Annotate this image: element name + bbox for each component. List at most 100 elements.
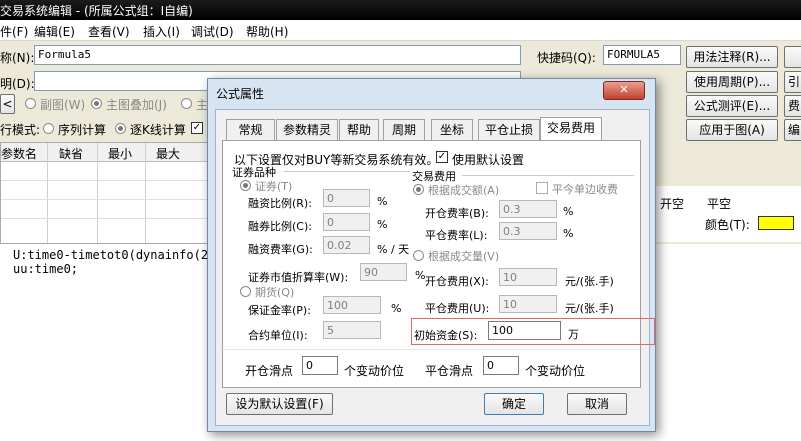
exec-option-checkbox[interactable]: ✓: [191, 122, 203, 134]
menu-bar: 件(F) 编辑(E) 查看(V) 插入(I) 调试(D) 帮助(H): [0, 20, 801, 41]
close-fee-input[interactable]: 10: [499, 295, 557, 313]
menu-edit[interactable]: 编辑(E): [34, 23, 75, 40]
param-default-header: 缺省: [59, 147, 84, 161]
close-slippage-label: 平仓滑点: [425, 364, 474, 378]
tab-open-short[interactable]: 开空: [660, 195, 684, 212]
code-line-2: uu:time0;: [13, 262, 79, 276]
tab-general[interactable]: 常规: [226, 119, 275, 141]
dialog-title: 公式属性: [216, 87, 265, 101]
close-slippage-unit: 个变动价位: [525, 364, 586, 378]
nav-left-button[interactable]: <: [0, 94, 15, 114]
params-grid-header: 参数名 缺省 最小 最大: [1, 143, 216, 162]
market-value-rate-label: 证券市值折算率(W):: [248, 271, 349, 284]
menu-insert[interactable]: 插入(I): [143, 23, 180, 40]
menu-debug[interactable]: 调试(D): [191, 23, 234, 40]
formula-test-button[interactable]: 公式测评(E)...: [686, 95, 778, 117]
per-bar-calc-label: 逐K线计算: [130, 123, 186, 137]
trading-fees-panel: 以下设置仅对BUY等新交易系统有效。 ✓ 使用默认设置 证券品种 证券(T) 融…: [222, 140, 655, 388]
menu-help[interactable]: 帮助(H): [246, 23, 288, 40]
color-label: 颜色(T):: [705, 218, 750, 232]
margin-fee-input[interactable]: 0.02: [323, 236, 370, 254]
margin-buy-label: 融资比例(R):: [248, 197, 312, 210]
menu-view[interactable]: 查看(V): [88, 23, 130, 40]
tab-close-short[interactable]: 平空: [707, 195, 731, 212]
initial-capital-input[interactable]: 100: [488, 321, 561, 340]
usage-notes-button[interactable]: 用法注释(R)...: [686, 46, 778, 68]
open-rate-input[interactable]: 0.3: [499, 200, 557, 218]
main-overlay-radio[interactable]: [91, 98, 102, 109]
open-slippage-label: 开仓滑点: [245, 364, 294, 378]
close-fee-unit: 元/(张.手): [565, 302, 614, 315]
tab-param-wizard[interactable]: 参数精灵: [276, 119, 338, 141]
deposit-rate-input[interactable]: 100: [323, 296, 381, 314]
stock-radio[interactable]: [240, 180, 251, 191]
initial-capital-label: 初始资金(S):: [414, 329, 478, 342]
by-volume-label: 根据成交量(V): [428, 250, 500, 263]
right-panel: 开空 平空 颜色(T):: [654, 186, 801, 242]
market-value-rate-input[interactable]: 90: [360, 263, 407, 281]
use-period-button[interactable]: 使用周期(P)...: [686, 71, 778, 93]
shortcut-label: 快捷码(Q):: [537, 51, 596, 65]
tab-help[interactable]: 帮助: [339, 119, 379, 141]
futures-radio[interactable]: [240, 286, 251, 297]
cancel-button[interactable]: 取消: [567, 393, 627, 415]
main-overlay-label: 主图叠加(J): [106, 98, 167, 112]
open-fee-label: 开仓费用(X):: [425, 275, 489, 288]
formula-name-input[interactable]: Formula5: [34, 45, 521, 65]
password-label: 明(D):: [0, 77, 35, 91]
use-default-checkbox[interactable]: ✓: [436, 151, 448, 163]
tab-stop-loss[interactable]: 平仓止损: [478, 119, 540, 141]
close-fee-label: 平仓费用(U):: [425, 302, 490, 315]
margin-sell-pct: %: [377, 218, 388, 231]
side-button-edit[interactable]: 编: [784, 119, 801, 141]
contract-unit-label: 合约单位(I):: [248, 329, 308, 342]
sub-chart-label: 副图(W): [40, 98, 86, 112]
open-rate-label: 开仓费率(B):: [425, 207, 489, 220]
param-min-header: 最小: [108, 147, 133, 161]
param-name-header: 参数名: [1, 147, 38, 161]
menu-file[interactable]: 件(F): [0, 23, 28, 40]
per-bar-calc-radio[interactable]: [115, 123, 126, 134]
sequence-calc-radio[interactable]: [43, 123, 54, 134]
shortcut-input[interactable]: FORMULA5: [603, 45, 681, 65]
side-button-top[interactable]: [784, 46, 801, 68]
tab-axis[interactable]: 坐标: [431, 119, 473, 141]
code-line-1: U:time0-timetot0(dynainfo(20: [13, 248, 216, 262]
initial-capital-unit: 万: [568, 328, 579, 341]
app-title-bar: 交易系统编辑 - (所属公式组：I自编): [0, 0, 801, 20]
name-label: 称(N):: [0, 51, 35, 65]
by-amount-radio[interactable]: [413, 184, 424, 195]
deposit-rate-label: 保证金率(P):: [248, 304, 311, 317]
margin-sell-label: 融券比例(C):: [248, 220, 312, 233]
margin-fee-label: 融资费率(G):: [248, 243, 313, 256]
open-fee-unit: 元/(张.手): [565, 275, 614, 288]
open-fee-input[interactable]: 10: [499, 268, 557, 286]
futures-label: 期货(Q): [255, 286, 295, 299]
sub-chart-radio[interactable]: [25, 98, 36, 109]
params-grid: 参数名 缺省 最小 最大: [0, 142, 217, 244]
side-button-fee[interactable]: 费: [784, 95, 801, 117]
margin-buy-input[interactable]: 0: [323, 189, 370, 207]
param-max-header: 最大: [156, 147, 181, 161]
contract-unit-input[interactable]: 5: [323, 321, 381, 339]
close-slippage-input[interactable]: 0: [483, 356, 519, 375]
exec-mode-label: 行模式:: [0, 123, 41, 137]
main-chart-radio[interactable]: [181, 98, 192, 109]
by-volume-radio[interactable]: [413, 250, 424, 261]
close-rate-label: 平仓费率(L):: [425, 229, 488, 242]
use-default-label: 使用默认设置: [452, 153, 525, 167]
tab-period[interactable]: 周期: [383, 119, 425, 141]
side-button-quote[interactable]: 引: [784, 71, 801, 93]
close-icon[interactable]: ✕: [603, 81, 645, 100]
open-slippage-input[interactable]: 0: [302, 356, 338, 375]
apply-to-chart-button[interactable]: 应用于图(A): [686, 119, 778, 141]
sequence-calc-label: 序列计算: [58, 123, 107, 137]
tab-trading-fees[interactable]: 交易费用: [540, 117, 602, 142]
set-default-button[interactable]: 设为默认设置(F): [226, 393, 333, 415]
margin-sell-input[interactable]: 0: [323, 213, 370, 231]
single-side-checkbox[interactable]: [536, 182, 548, 194]
color-swatch[interactable]: [758, 216, 794, 230]
ok-button[interactable]: 确定: [484, 393, 544, 415]
market-value-rate-pct: %: [415, 269, 426, 282]
close-rate-input[interactable]: 0.3: [499, 222, 557, 240]
